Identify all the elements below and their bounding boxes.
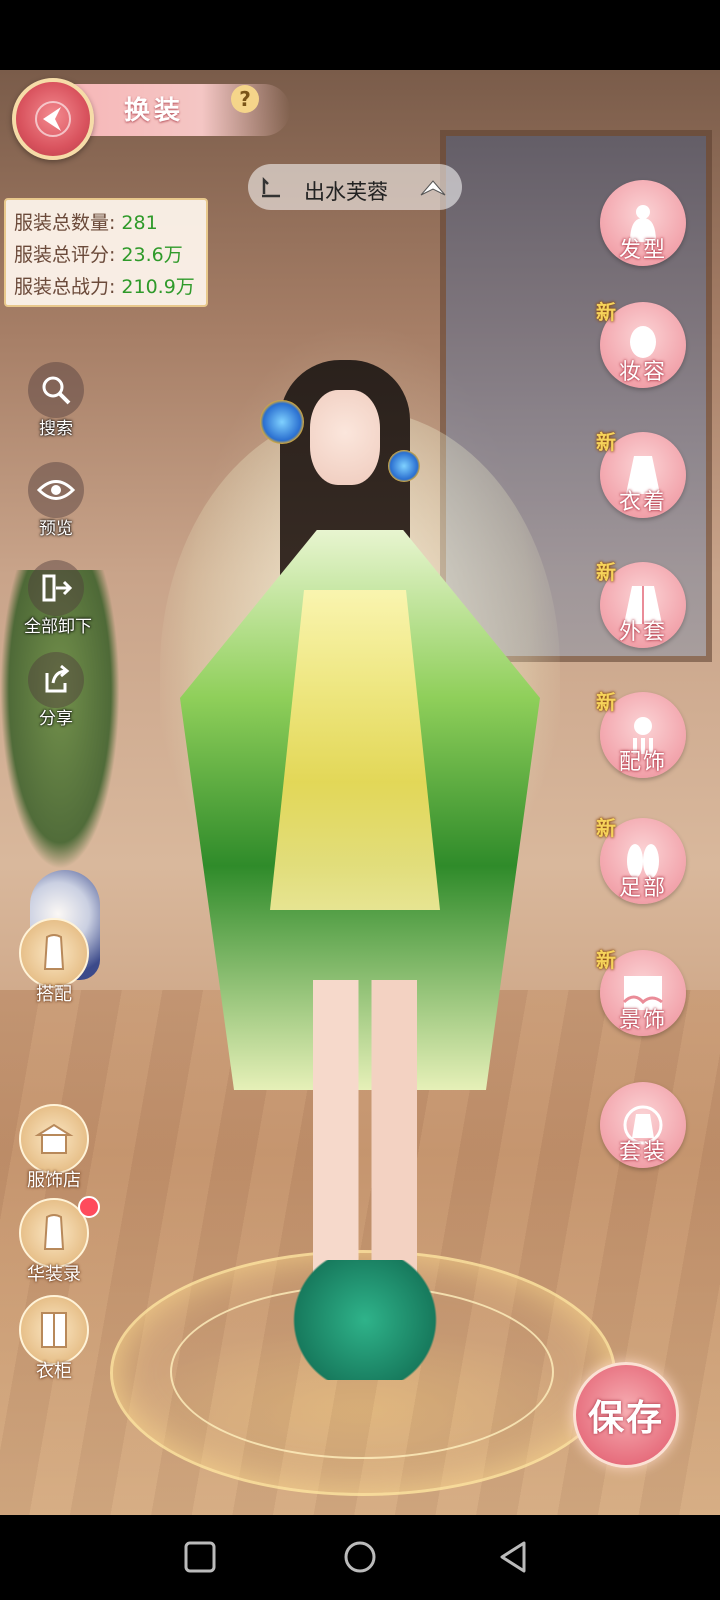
wardrobe-label: 衣柜 bbox=[36, 1361, 72, 1382]
stat-value: 281 bbox=[121, 212, 158, 234]
preview-button[interactable]: 预览 bbox=[24, 462, 88, 539]
category-label: 外套 bbox=[618, 620, 667, 645]
wardrobe-button[interactable]: 衣柜 bbox=[18, 1295, 90, 1383]
edit-icon[interactable] bbox=[258, 174, 284, 200]
recent-apps-icon[interactable] bbox=[180, 1537, 220, 1577]
chevron-up-icon[interactable] bbox=[418, 176, 448, 198]
stat-value: 23.6万 bbox=[121, 244, 183, 266]
new-badge: 新 bbox=[596, 690, 616, 714]
header: 换装 ? bbox=[0, 70, 720, 160]
category-clothing[interactable]: 新 衣着 bbox=[596, 430, 692, 532]
notification-dot bbox=[78, 1196, 100, 1218]
category-scenery[interactable]: 新 景饰 bbox=[596, 948, 692, 1050]
character-face bbox=[310, 390, 380, 485]
shop-label: 服饰店 bbox=[27, 1170, 81, 1191]
stat-value: 210.9万 bbox=[121, 276, 195, 298]
category-label: 套装 bbox=[618, 1140, 667, 1165]
category-label: 发型 bbox=[618, 238, 667, 263]
preview-label: 预览 bbox=[39, 519, 73, 539]
category-label: 景饰 bbox=[618, 1008, 667, 1033]
collection-label: 华装录 bbox=[27, 1264, 81, 1285]
search-button[interactable]: 搜索 bbox=[24, 362, 88, 439]
stat-label: 服装总战力: bbox=[14, 276, 116, 298]
category-label: 妆容 bbox=[618, 360, 667, 385]
stat-total-power: 服装总战力: 210.9万 bbox=[14, 272, 195, 299]
back-arrow-icon bbox=[35, 101, 71, 137]
eye-icon bbox=[28, 462, 84, 518]
search-icon bbox=[28, 362, 84, 418]
category-hairstyle[interactable]: 发型 bbox=[596, 180, 692, 280]
undress-all-icon bbox=[28, 560, 84, 616]
share-icon bbox=[28, 652, 84, 708]
system-navigation-bar bbox=[0, 1515, 720, 1600]
help-icon[interactable]: ? bbox=[231, 85, 259, 113]
outfit-match-label: 搭配 bbox=[36, 984, 72, 1005]
stat-label: 服装总评分: bbox=[14, 244, 116, 266]
share-label: 分享 bbox=[39, 709, 73, 729]
outfit-stats-panel: 服装总数量: 281 服装总评分: 23.6万 服装总战力: 210.9万 bbox=[4, 198, 208, 307]
search-label: 搜索 bbox=[39, 419, 73, 439]
category-accessory[interactable]: 新 配饰 bbox=[596, 690, 692, 792]
stat-label: 服装总数量: bbox=[14, 212, 116, 234]
hair-ornament-left bbox=[260, 400, 304, 444]
undress-all-button[interactable]: 全部卸下 bbox=[24, 560, 92, 637]
collection-button[interactable]: 华装录 bbox=[18, 1196, 100, 1286]
character-model[interactable] bbox=[120, 330, 600, 1440]
new-badge: 新 bbox=[596, 948, 616, 972]
new-badge: 新 bbox=[596, 816, 616, 840]
back-button[interactable] bbox=[12, 78, 94, 160]
stat-total-count: 服装总数量: 281 bbox=[14, 208, 158, 235]
stat-total-score: 服装总评分: 23.6万 bbox=[14, 240, 183, 267]
back-nav-icon[interactable] bbox=[494, 1537, 534, 1577]
undress-all-label: 全部卸下 bbox=[24, 617, 92, 637]
share-button[interactable]: 分享 bbox=[24, 652, 88, 729]
hair-ornament-right bbox=[388, 450, 420, 482]
category-label: 衣着 bbox=[618, 490, 667, 515]
category-coat[interactable]: 新 外套 bbox=[596, 560, 692, 662]
shop-icon bbox=[19, 1104, 89, 1174]
outfit-match-icon bbox=[19, 918, 89, 988]
new-badge: 新 bbox=[596, 430, 616, 454]
wardrobe-icon bbox=[19, 1295, 89, 1365]
status-bar bbox=[0, 0, 720, 70]
outfit-name: 出水芙蓉 bbox=[304, 180, 388, 204]
category-label: 足部 bbox=[618, 876, 667, 901]
category-shoes[interactable]: 新 足部 bbox=[596, 816, 692, 918]
home-icon[interactable] bbox=[340, 1537, 380, 1577]
shop-button[interactable]: 服饰店 bbox=[18, 1104, 90, 1192]
page-title: 换装 bbox=[124, 96, 185, 126]
character-shoes bbox=[285, 1260, 445, 1380]
new-badge: 新 bbox=[596, 300, 616, 324]
save-label: 保存 bbox=[587, 1398, 664, 1439]
new-badge: 新 bbox=[596, 560, 616, 584]
save-button[interactable]: 保存 bbox=[573, 1362, 679, 1468]
category-suit[interactable]: 套装 bbox=[596, 1082, 692, 1182]
outfit-match-button[interactable]: 搭配 bbox=[18, 918, 90, 1006]
category-label: 配饰 bbox=[618, 750, 667, 775]
category-makeup[interactable]: 新 妆容 bbox=[596, 300, 692, 402]
